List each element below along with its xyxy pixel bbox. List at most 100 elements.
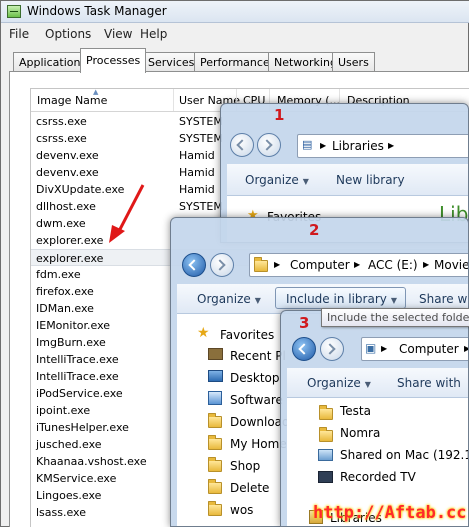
explorer-window-computer[interactable]: 3 ▣ ▶ Computer ▶ Organize▼ Share with Te… <box>280 310 469 527</box>
include-in-library-button[interactable]: Include in library ▼ <box>275 287 407 309</box>
address-bar[interactable]: ▤ ▶ Libraries ▶ <box>297 134 468 158</box>
forward-button[interactable] <box>320 337 344 361</box>
organize-button[interactable]: Organize ▼ <box>197 292 261 306</box>
folder-icon <box>319 427 333 442</box>
forward-button[interactable] <box>257 133 281 157</box>
breadcrumb-arrow: ▶ <box>423 260 430 269</box>
share-with-button[interactable]: Share with <box>419 292 468 306</box>
item-recorded-tv[interactable]: Recorded TV <box>340 470 416 484</box>
cell-user-name: SYSTEM <box>179 200 223 213</box>
tab-users[interactable]: Users <box>332 52 375 72</box>
folder-icon <box>208 413 222 428</box>
cell-user-name: Hamid <box>179 149 215 162</box>
cell-image-name: Khaanaa.vshost.exe <box>36 455 147 468</box>
breadcrumb-arrow: ▶ <box>388 141 395 150</box>
breadcrumb-computer[interactable]: Computer <box>399 342 459 356</box>
task-manager-icon <box>7 5 21 18</box>
cell-image-name: devenv.exe <box>36 166 99 179</box>
address-bar[interactable]: ▶ Computer ▶ ACC (E:) ▶ Movies <box>249 253 468 277</box>
cell-user-name: Hamid <box>179 166 215 179</box>
cell-image-name: IntelliTrace.exe <box>36 353 119 366</box>
red-arrow-annotation <box>109 184 145 243</box>
nav-shop[interactable]: Shop <box>230 459 260 473</box>
cell-image-name: csrss.exe <box>36 115 87 128</box>
nav-my-home[interactable]: My Home <box>230 437 287 451</box>
breadcrumb-libraries[interactable]: Libraries <box>332 139 384 153</box>
breadcrumb-drive[interactable]: ACC (E:) <box>368 258 418 272</box>
menu-options[interactable]: Options <box>45 27 91 41</box>
menu-bar: File Options View Help <box>1 24 469 44</box>
nav-recent-places[interactable]: Recent Pl <box>230 349 286 363</box>
tab-performance[interactable]: Performance <box>194 52 276 72</box>
cell-image-name: IDMan.exe <box>36 302 94 315</box>
item-nomra[interactable]: Nomra <box>340 426 380 440</box>
network-share-icon <box>318 449 333 461</box>
menu-file[interactable]: File <box>9 27 29 41</box>
back-button[interactable] <box>230 133 254 157</box>
column-divider[interactable] <box>173 89 174 111</box>
cell-image-name: csrss.exe <box>36 132 87 145</box>
watermark-url: http://Aftab.cc <box>313 503 467 523</box>
cell-image-name: ipoint.exe <box>36 404 91 417</box>
window-title: Windows Task Manager <box>27 4 167 18</box>
breadcrumb-arrow: ▶ <box>274 260 281 269</box>
cell-image-name: fdm.exe <box>36 268 81 281</box>
command-bar: Organize ▼ New library <box>227 164 468 196</box>
new-library-button[interactable]: New library <box>336 173 405 187</box>
back-button[interactable] <box>182 253 206 277</box>
breadcrumb-arrow: ▶ <box>464 344 468 353</box>
item-shared-on-mac[interactable]: Shared on Mac (192.168. <box>340 448 468 462</box>
cell-image-name: Lingoes.exe <box>36 489 102 502</box>
recorded-tv-icon <box>318 471 333 483</box>
tooltip-include-folder: Include the selected folder <box>321 308 469 327</box>
breadcrumb-computer[interactable]: Computer <box>290 258 350 272</box>
cell-user-name: SYSTEM <box>179 132 223 145</box>
cell-image-name: IntelliTrace.exe <box>36 370 119 383</box>
address-bar[interactable]: ▣ ▶ Computer ▶ <box>361 337 468 361</box>
breadcrumb-arrow: ▶ <box>354 260 361 269</box>
cell-image-name: explorer.exe <box>36 252 104 265</box>
cell-image-name: ImgBurn.exe <box>36 336 106 349</box>
back-button[interactable] <box>292 337 316 361</box>
folder-icon <box>208 479 222 494</box>
folder-icon <box>208 457 222 472</box>
column-image-name[interactable]: Image Name <box>37 94 107 107</box>
star-icon: ★ <box>197 325 210 341</box>
cell-image-name: dllhost.exe <box>36 200 96 213</box>
command-bar: Organize ▼ Share with <box>287 368 468 398</box>
breadcrumb-arrow: ▶ <box>320 141 327 150</box>
organize-button[interactable]: Organize ▼ <box>245 173 309 187</box>
annotation-number-1: 1 <box>274 106 285 124</box>
menu-help[interactable]: Help <box>140 27 167 41</box>
nav-software[interactable]: Software <box>230 393 283 407</box>
cell-image-name: iPodService.exe <box>36 387 123 400</box>
annotation-number-3: 3 <box>299 314 310 332</box>
nav-wos[interactable]: wos <box>230 503 253 517</box>
breadcrumb-movies[interactable]: Movies <box>434 258 468 272</box>
share-with-button[interactable]: Share with <box>397 376 461 390</box>
chevron-down-icon: ▼ <box>302 177 309 186</box>
computer-icon: ▣ <box>365 341 377 355</box>
item-testa[interactable]: Testa <box>340 404 371 418</box>
cell-image-name: explorer.exe <box>36 234 104 247</box>
chevron-down-icon: ▼ <box>254 296 261 305</box>
download-arrow-icon <box>208 391 222 405</box>
library-icon: ▤ <box>302 138 313 151</box>
cell-image-name: IEMonitor.exe <box>36 319 111 332</box>
menu-view[interactable]: View <box>104 27 132 41</box>
title-bar[interactable]: Windows Task Manager <box>1 1 469 23</box>
cell-image-name: iTunesHelper.exe <box>36 421 129 434</box>
nav-delete[interactable]: Delete <box>230 481 269 495</box>
chevron-down-icon: ▼ <box>364 380 371 389</box>
annotation-number-2: 2 <box>309 221 320 239</box>
nav-desktop[interactable]: Desktop <box>230 371 280 385</box>
cell-user-name: SYSTEM <box>179 115 223 128</box>
organize-button[interactable]: Organize ▼ <box>307 376 371 390</box>
forward-button[interactable] <box>210 253 234 277</box>
folder-icon <box>208 501 222 516</box>
tab-processes[interactable]: Processes <box>80 48 147 73</box>
tab-services[interactable]: Services <box>142 52 201 72</box>
nav-favorites[interactable]: Favorites <box>220 328 274 342</box>
cell-image-name: lsass.exe <box>36 506 86 519</box>
cell-image-name: dwm.exe <box>36 217 86 230</box>
